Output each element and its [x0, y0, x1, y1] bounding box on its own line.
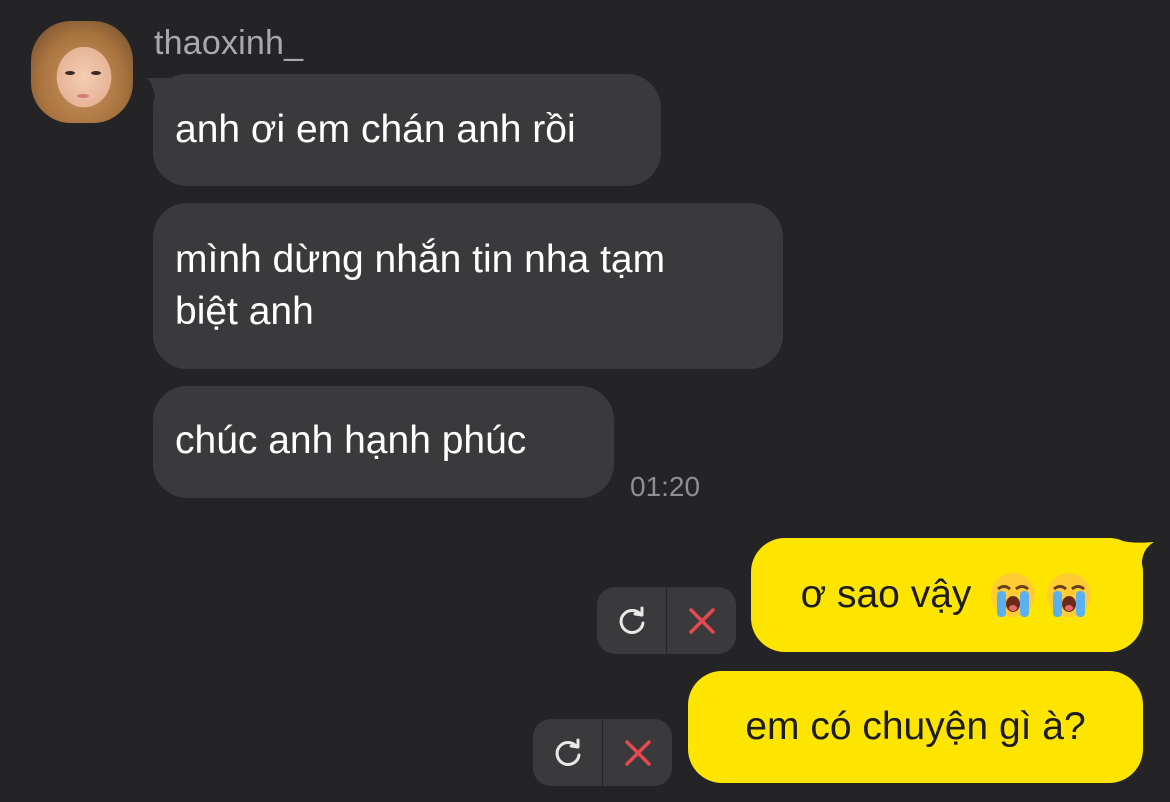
message-text: anh ơi em chán anh rồi: [175, 108, 576, 151]
failed-message-actions: [597, 587, 736, 654]
delete-button[interactable]: [603, 719, 672, 786]
message-text: em có chuyện gì à?: [745, 705, 1086, 748]
resend-button[interactable]: [597, 587, 666, 654]
retry-icon: [555, 738, 580, 766]
incoming-message-bubble[interactable]: mình dừng nhắn tin nha tạm biệt anh: [153, 203, 783, 369]
delete-button[interactable]: [667, 587, 736, 654]
avatar-eye: [65, 71, 75, 75]
failed-message-actions: [533, 719, 672, 786]
sender-username[interactable]: thaoxinh_: [154, 24, 303, 63]
message-timestamp: 01:20: [630, 471, 701, 502]
outgoing-message-bubble[interactable]: ơ sao vậy: [751, 538, 1143, 652]
loudly-crying-face-icon: [1047, 573, 1092, 617]
loudly-crying-face-icon: [991, 573, 1036, 617]
message-text: biệt anh: [175, 290, 314, 333]
message-text: ơ sao vậy: [800, 573, 972, 616]
close-icon: [688, 607, 715, 634]
resend-button[interactable]: [533, 719, 602, 786]
avatar-mouth: [77, 94, 89, 98]
message-text: mình dừng nhắn tin nha tạm: [175, 238, 666, 281]
incoming-message-bubble[interactable]: chúc anh hạnh phúc: [153, 386, 614, 498]
avatar[interactable]: [31, 21, 133, 123]
close-icon: [624, 739, 651, 766]
avatar-eye: [91, 71, 101, 75]
retry-icon: [619, 606, 644, 634]
outgoing-message-bubble[interactable]: em có chuyện gì à?: [688, 671, 1143, 783]
message-text: chúc anh hạnh phúc: [175, 419, 527, 462]
incoming-message-bubble[interactable]: anh ơi em chán anh rồi: [153, 74, 661, 186]
